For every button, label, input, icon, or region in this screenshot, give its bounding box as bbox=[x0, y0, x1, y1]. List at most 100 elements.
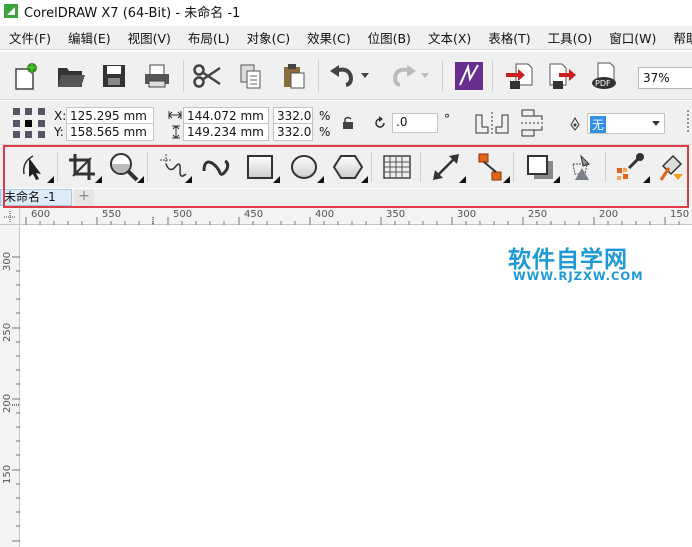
eyedropper-icon bbox=[617, 153, 644, 180]
interactive-fill-icon bbox=[659, 154, 683, 181]
export-button[interactable] bbox=[545, 60, 579, 92]
polygon-icon bbox=[332, 155, 364, 179]
transparency-glass-icon bbox=[572, 154, 590, 180]
transparency-tool-button[interactable] bbox=[560, 148, 604, 186]
print-button[interactable] bbox=[140, 60, 174, 92]
ruler-ticks-icon bbox=[25, 217, 680, 225]
height-field[interactable]: 149.234 mm bbox=[183, 123, 269, 141]
y-position-field[interactable]: 158.565 mm bbox=[66, 123, 154, 141]
pick-tool-icon bbox=[22, 155, 41, 180]
copy-button[interactable] bbox=[234, 60, 268, 92]
crop-tool-icon bbox=[69, 154, 95, 180]
mirror-vertical-icon[interactable] bbox=[520, 108, 546, 138]
connector-tool-button[interactable] bbox=[468, 148, 512, 186]
artistic-media-tool-button[interactable] bbox=[194, 148, 238, 186]
pick-tool-button[interactable] bbox=[12, 148, 56, 186]
zoom-level-field[interactable]: 37% bbox=[638, 67, 692, 89]
x-label: X: bbox=[54, 109, 67, 123]
undo-dropdown[interactable] bbox=[356, 60, 374, 92]
document-tab-bar bbox=[0, 189, 692, 206]
svg-text:PDF: PDF bbox=[595, 79, 611, 88]
coreldraw-logo-icon bbox=[4, 4, 18, 18]
menu-layout[interactable]: 布局(L) bbox=[179, 28, 238, 47]
scale-y-field[interactable]: 332.0 bbox=[273, 123, 313, 141]
corel-connect-icon bbox=[455, 62, 483, 90]
dimension-tool-button[interactable] bbox=[424, 148, 468, 186]
scale-x-percent: % bbox=[319, 109, 331, 123]
freehand-curve-icon bbox=[160, 154, 187, 177]
save-button[interactable] bbox=[97, 60, 131, 92]
menu-object[interactable]: 对象(C) bbox=[238, 28, 298, 47]
degree-symbol: ° bbox=[444, 112, 450, 126]
menu-file[interactable]: 文件(F) bbox=[0, 28, 59, 47]
menu-table[interactable]: 表格(T) bbox=[479, 28, 538, 47]
menu-edit[interactable]: 编辑(E) bbox=[59, 28, 119, 47]
property-bar-overflow-icon[interactable] bbox=[684, 110, 692, 134]
ruler-origin[interactable] bbox=[0, 208, 20, 225]
chevron-down-icon bbox=[652, 121, 660, 126]
drop-shadow-tool-button[interactable] bbox=[518, 148, 562, 186]
crop-tool-button[interactable] bbox=[60, 148, 104, 186]
drop-shadow-icon bbox=[527, 155, 553, 179]
printer-icon bbox=[145, 64, 169, 88]
outline-width-select[interactable]: 无 bbox=[587, 113, 665, 134]
y-label: Y: bbox=[54, 125, 64, 139]
scissors-icon bbox=[193, 64, 221, 88]
corel-connect-button[interactable] bbox=[452, 60, 486, 92]
menu-bar: 文件(F) 编辑(E) 视图(V) 布局(L) 对象(C) 效果(C) 位图(B… bbox=[0, 26, 692, 50]
menu-help[interactable]: 帮助(H) bbox=[664, 28, 692, 47]
ellipse-tool-button[interactable] bbox=[282, 148, 326, 186]
polygon-tool-button[interactable] bbox=[326, 148, 370, 186]
export-icon bbox=[549, 63, 576, 89]
rectangle-tool-button[interactable] bbox=[238, 148, 282, 186]
width-icon bbox=[168, 111, 182, 119]
zoom-magnifier-icon bbox=[110, 153, 139, 182]
open-button[interactable] bbox=[54, 60, 88, 92]
menu-tools[interactable]: 工具(O) bbox=[539, 28, 601, 47]
new-tab-button[interactable]: + bbox=[74, 189, 94, 206]
undo-button[interactable] bbox=[326, 60, 360, 92]
new-document-icon bbox=[15, 62, 38, 90]
color-eyedropper-tool-button[interactable] bbox=[608, 148, 652, 186]
menu-text[interactable]: 文本(X) bbox=[419, 28, 479, 47]
table-grid-icon bbox=[383, 155, 411, 179]
copy-icon bbox=[240, 64, 261, 89]
chevron-down-icon bbox=[361, 73, 369, 78]
connector-line-icon bbox=[478, 153, 502, 181]
ruler-ticks-icon bbox=[12, 256, 20, 542]
dimension-arrow-icon bbox=[433, 154, 459, 180]
new-document-button[interactable] bbox=[8, 60, 42, 92]
document-tab[interactable]: 未命名 -1 bbox=[0, 189, 72, 206]
vertical-ruler[interactable]: 300 250 200 150 bbox=[0, 225, 20, 547]
paste-clipboard-icon bbox=[284, 64, 305, 89]
standard-toolbar: PDF bbox=[0, 52, 692, 100]
undo-icon bbox=[330, 65, 354, 87]
import-button[interactable] bbox=[502, 60, 536, 92]
artistic-media-icon bbox=[202, 159, 230, 176]
cut-button[interactable] bbox=[190, 60, 224, 92]
watermark-url: WWW.RJZXW.COM bbox=[513, 269, 644, 283]
menu-view[interactable]: 视图(V) bbox=[119, 28, 179, 47]
outline-pen-icon bbox=[570, 117, 580, 131]
window-title: CorelDRAW X7 (64-Bit) - 未命名 -1 bbox=[24, 5, 241, 21]
zoom-tool-button[interactable] bbox=[102, 148, 146, 186]
interactive-fill-tool-button[interactable] bbox=[654, 148, 690, 186]
rectangle-icon bbox=[247, 155, 273, 179]
menu-bitmaps[interactable]: 位图(B) bbox=[359, 28, 419, 47]
menu-effects[interactable]: 效果(C) bbox=[298, 28, 358, 47]
chevron-down-icon bbox=[421, 73, 429, 78]
paste-button[interactable] bbox=[277, 60, 311, 92]
freehand-tool-button[interactable] bbox=[150, 148, 194, 186]
publish-pdf-button[interactable]: PDF bbox=[588, 60, 622, 92]
redo-button[interactable] bbox=[386, 60, 420, 92]
menu-window[interactable]: 窗口(W) bbox=[600, 28, 664, 47]
object-origin-icon[interactable] bbox=[12, 107, 46, 139]
redo-icon bbox=[392, 65, 416, 87]
mirror-horizontal-icon[interactable] bbox=[474, 111, 510, 135]
horizontal-ruler[interactable]: 600 550 500 450 400 350 300 250 200 150 bbox=[20, 208, 692, 225]
lock-ratio-icon[interactable] bbox=[342, 116, 354, 130]
rotation-field[interactable]: .0 bbox=[392, 113, 438, 133]
redo-dropdown[interactable] bbox=[416, 60, 434, 92]
open-folder-icon bbox=[58, 68, 85, 87]
table-tool-button[interactable] bbox=[375, 148, 419, 186]
